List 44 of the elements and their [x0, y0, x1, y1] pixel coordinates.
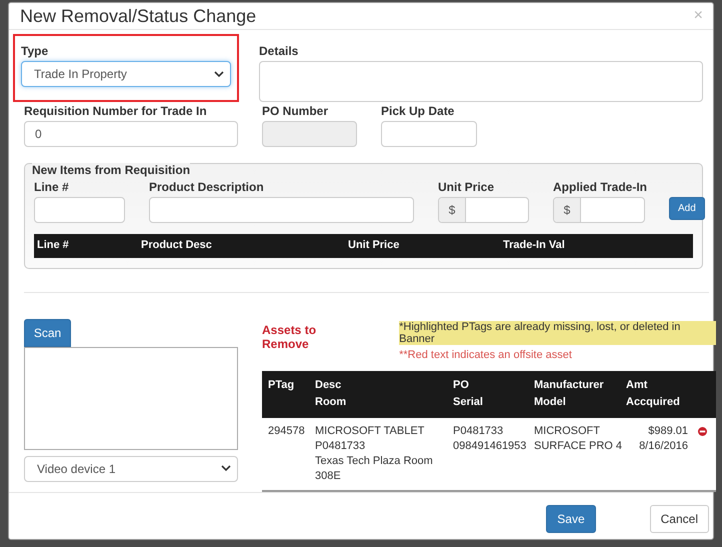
chevron-down-icon: [214, 70, 224, 78]
section-title: Assets to Remove: [262, 322, 318, 351]
save-button[interactable]: Save: [546, 505, 596, 533]
remove-icon[interactable]: [698, 427, 706, 436]
scan-button[interactable]: Scan: [24, 318, 71, 347]
column-header: Desc Room: [315, 378, 348, 410]
table-cell-text: $989.01 8/16/2016: [638, 424, 688, 454]
pickup-date-field[interactable]: [381, 121, 477, 148]
offsite-note: **Red text indicates an offsite asset: [399, 348, 573, 361]
column-header: Trade-In Val: [503, 238, 566, 254]
field-label: Unit Price: [438, 180, 496, 194]
column-header: Unit Price: [348, 238, 400, 254]
column-header: PTag: [268, 378, 296, 393]
details-field[interactable]: [259, 61, 703, 102]
highlight-note: *Highlighted PTags are already missing, lost, or deleted in Banner: [399, 320, 716, 345]
column-header: Product Desc: [141, 238, 213, 254]
price-field[interactable]: $: [553, 197, 645, 224]
text-field[interactable]: [149, 197, 414, 224]
text-field[interactable]: [34, 197, 125, 224]
cancel-button[interactable]: Cancel: [650, 505, 709, 533]
price-field[interactable]: $: [438, 197, 529, 224]
field-label: Pick Up Date: [381, 104, 456, 118]
fieldset-legend: New Items from Requisition: [32, 163, 190, 178]
dialog-title: New Removal/Status Change: [20, 6, 256, 27]
table-cell-text: MICROSOFT SURFACE PRO 4: [534, 424, 624, 454]
field-label: PO Number: [262, 104, 330, 118]
device-select[interactable]: Video device 1: [24, 456, 238, 482]
column-header: PO Serial: [453, 378, 484, 410]
field-label: Product Description: [149, 180, 265, 194]
chevron-down-icon: [221, 465, 231, 472]
table-cell-text: P0481733 098491461953: [453, 424, 528, 454]
field-label: Line #: [34, 180, 70, 194]
field-label: Type: [21, 44, 50, 58]
type-select[interactable]: Trade In Property: [21, 61, 231, 88]
field-label: Applied Trade-In: [553, 180, 645, 194]
add-button[interactable]: Add: [669, 197, 705, 220]
requisition-field[interactable]: 0: [24, 121, 238, 148]
column-header: Line #: [37, 238, 70, 254]
column-header: Amt Accquired: [626, 378, 681, 410]
column-header: Manufacturer Model: [534, 378, 605, 410]
table-cell-text: MICROSOFT TABLET P0481733 Texas Tech Plaza Room 308E: [315, 424, 434, 484]
field-label: Requisition Number for Trade In: [24, 104, 208, 118]
table-cell-text: 294578: [268, 424, 306, 439]
field-label: Details: [259, 44, 300, 58]
